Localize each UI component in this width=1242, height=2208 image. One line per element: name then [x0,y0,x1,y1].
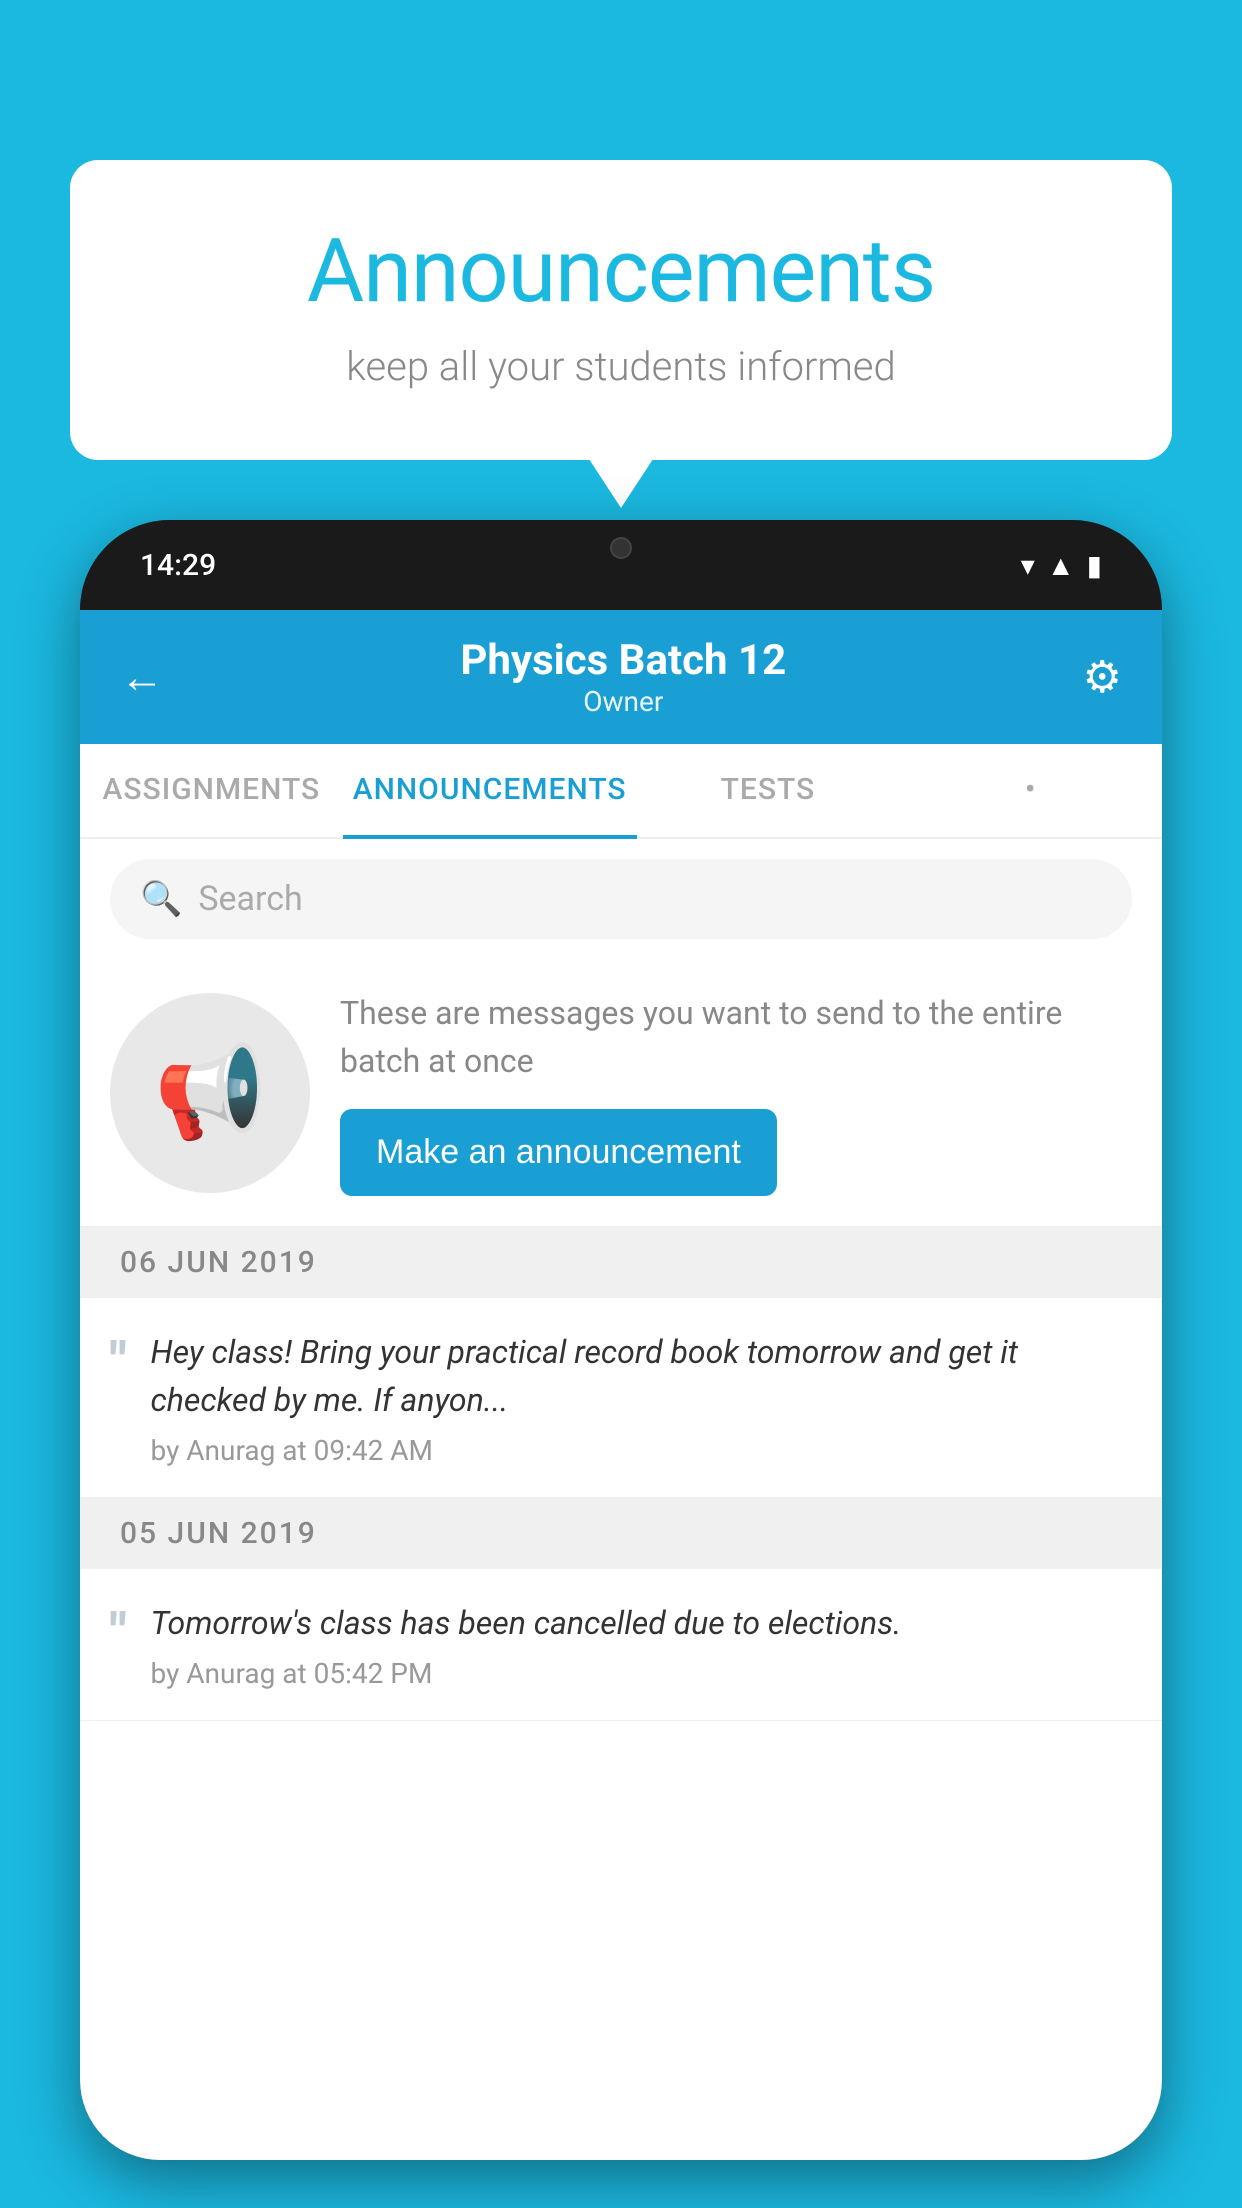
tab-assignments[interactable]: ASSIGNMENTS [80,744,343,837]
batch-subtitle: Owner [460,685,786,718]
app-screen: ← Physics Batch 12 Owner ⚙ ASSIGNMENTS A… [80,610,1162,2160]
quote-icon-1: " [110,1336,127,1388]
date-divider-1: 06 JUN 2019 [80,1227,1162,1298]
front-camera [610,537,632,559]
announcement-meta-2: by Anurag at 05:42 PM [151,1657,1132,1690]
tab-tests[interactable]: TESTS [637,744,900,837]
settings-icon[interactable]: ⚙ [1083,651,1122,703]
notch [521,520,721,575]
empty-state-content: These are messages you want to send to t… [340,989,1132,1196]
tabs-bar: ASSIGNMENTS ANNOUNCEMENTS TESTS • [80,744,1162,839]
speech-bubble: Announcements keep all your students inf… [70,160,1172,460]
search-bar[interactable]: 🔍 Search [110,859,1132,939]
quote-icon-2: " [110,1607,127,1659]
bubble-title: Announcements [150,220,1092,323]
status-time: 14:29 [140,548,216,583]
header-title-area: Physics Batch 12 Owner [460,636,786,718]
search-icon: 🔍 [140,879,182,919]
status-icons: ▾ ▲ ▮ [1021,549,1102,582]
announcement-item-2[interactable]: " Tomorrow's class has been cancelled du… [80,1569,1162,1721]
megaphone-icon: 📢 [154,1040,266,1145]
wifi-icon: ▾ [1021,549,1035,582]
search-placeholder: Search [198,879,302,919]
megaphone-circle: 📢 [110,993,310,1193]
date-divider-2: 05 JUN 2019 [80,1498,1162,1569]
empty-state-text: These are messages you want to send to t… [340,989,1132,1085]
announcement-meta-1: by Anurag at 09:42 AM [151,1434,1132,1467]
announcement-message-2: Tomorrow's class has been cancelled due … [151,1599,1132,1647]
back-button[interactable]: ← [120,651,164,703]
signal-icon: ▲ [1047,549,1075,582]
announcement-text-1: Hey class! Bring your practical record b… [151,1328,1132,1467]
status-bar: 14:29 ▾ ▲ ▮ [80,520,1162,610]
announcement-message-1: Hey class! Bring your practical record b… [151,1328,1132,1424]
tab-announcements[interactable]: ANNOUNCEMENTS [343,744,637,839]
batch-title: Physics Batch 12 [460,636,786,685]
empty-state: 📢 These are messages you want to send to… [80,959,1162,1227]
announcement-item-1[interactable]: " Hey class! Bring your practical record… [80,1298,1162,1498]
bubble-subtitle: keep all your students informed [150,343,1092,390]
speech-bubble-area: Announcements keep all your students inf… [70,160,1172,460]
app-header: ← Physics Batch 12 Owner ⚙ [80,610,1162,744]
make-announcement-button[interactable]: Make an announcement [340,1109,777,1196]
announcement-text-2: Tomorrow's class has been cancelled due … [151,1599,1132,1690]
phone-mockup: 14:29 ▾ ▲ ▮ ← Physics Batch 12 Owner ⚙ [80,520,1162,2160]
phone-container: 14:29 ▾ ▲ ▮ ← Physics Batch 12 Owner ⚙ [80,520,1162,2208]
battery-icon: ▮ [1087,549,1102,582]
tab-more[interactable]: • [899,744,1162,837]
